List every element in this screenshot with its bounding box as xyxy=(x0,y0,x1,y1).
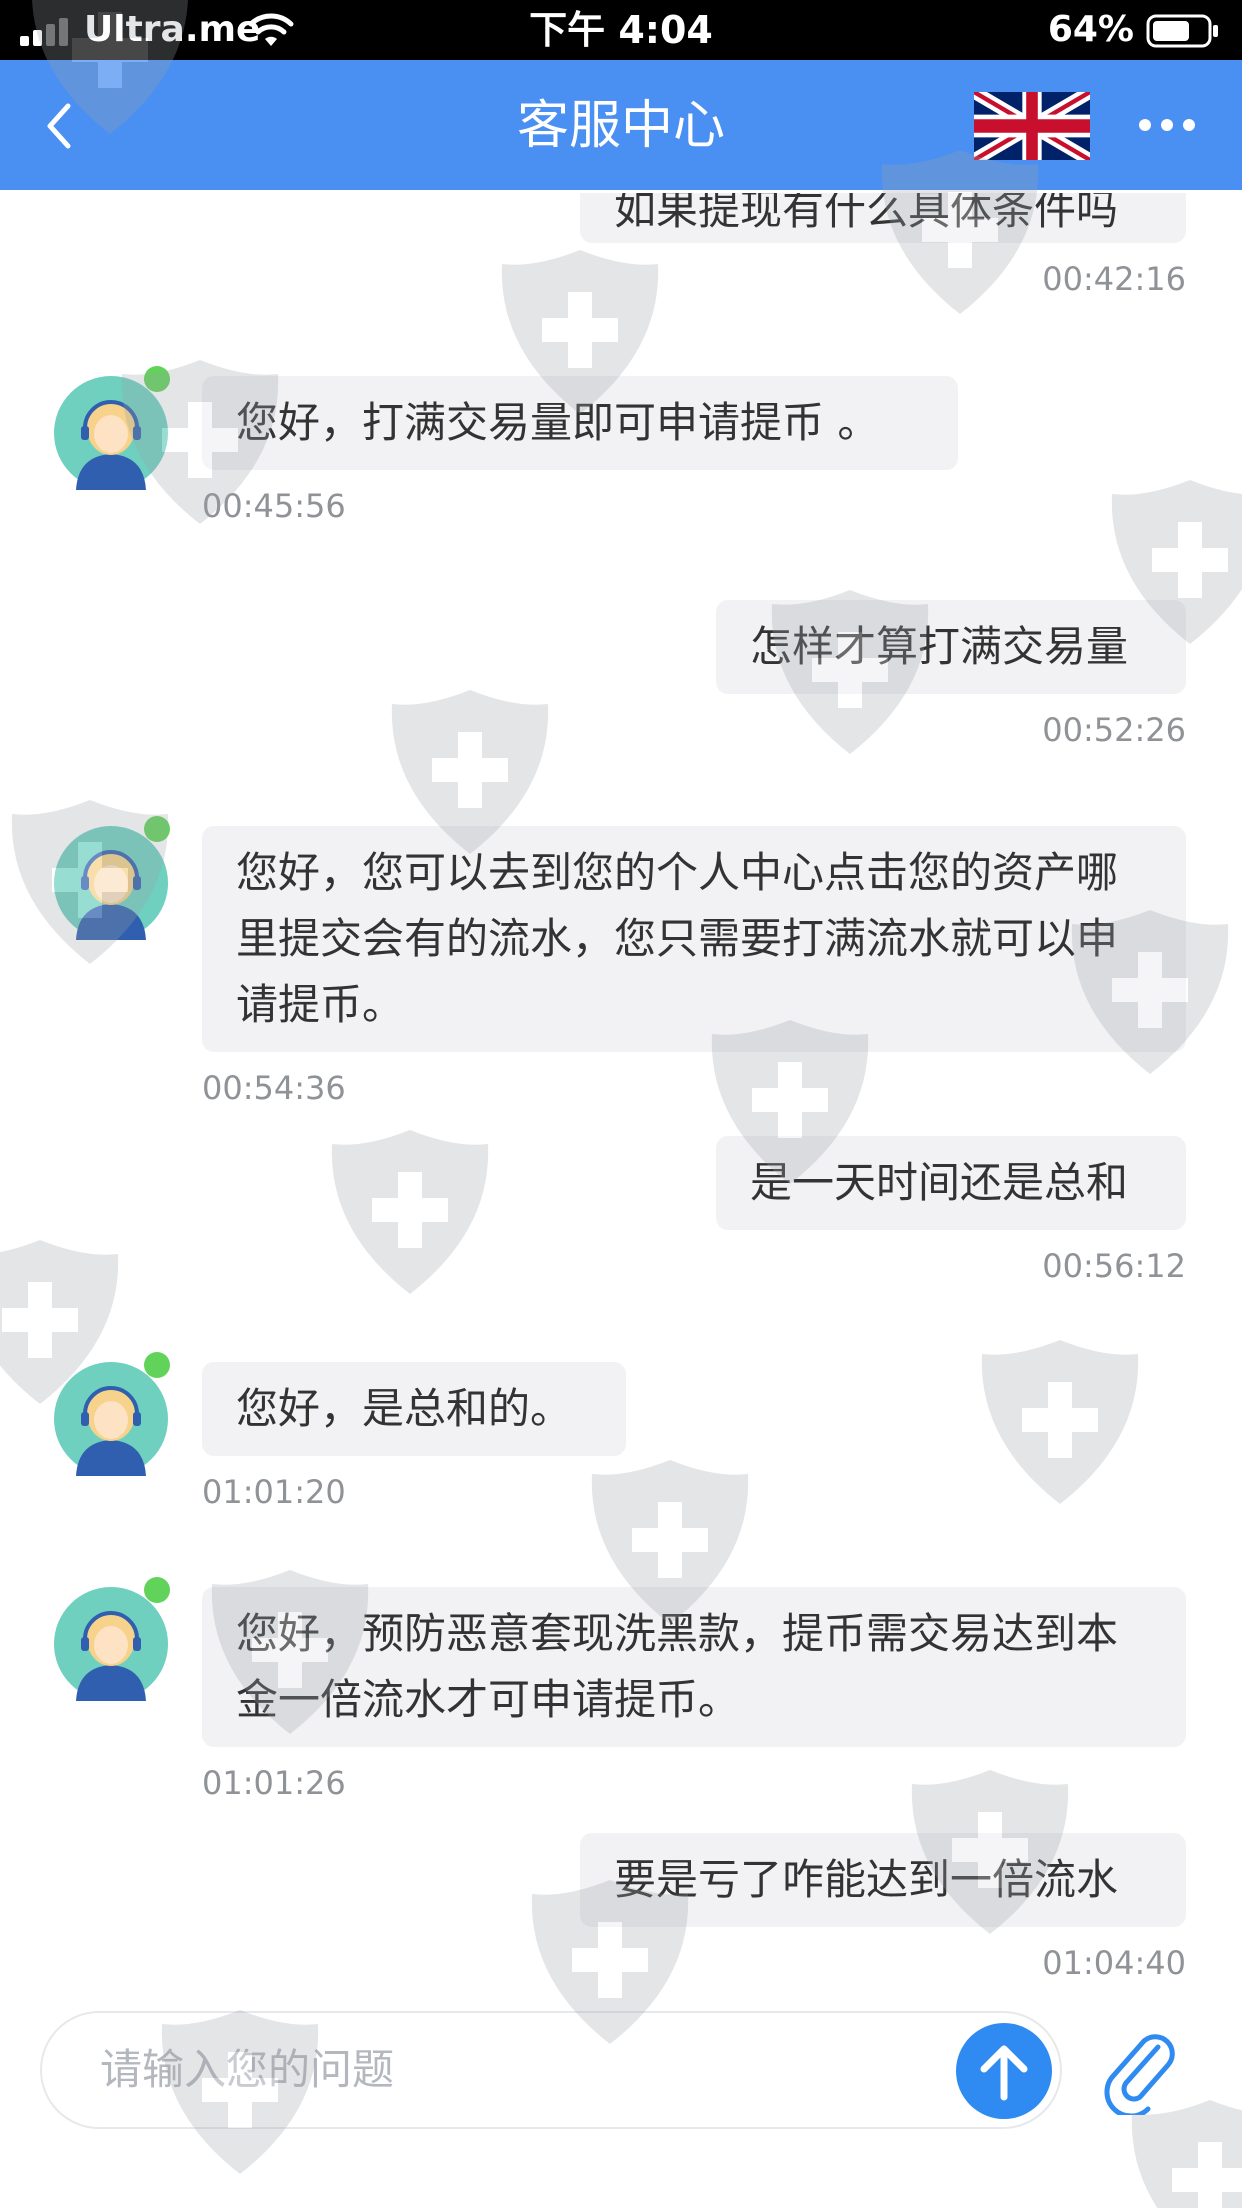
online-status-dot xyxy=(144,366,170,392)
message-bubble: 您好，打满交易量即可申请提币 。 xyxy=(202,376,958,470)
message-input[interactable]: 请输入您的问题 xyxy=(40,2011,1062,2129)
message-time: 01:04:40 xyxy=(1042,1944,1186,1982)
message-time: 00:56:12 xyxy=(1042,1247,1186,1285)
message-row-incoming: 您好，您可以去到您的个人中心点击您的资产哪里提交会有的流水，您只需要打满流水就可… xyxy=(202,826,1186,1108)
agent-avatar-icon xyxy=(54,1587,168,1701)
message-input-bar: 请输入您的问题 xyxy=(0,1993,1242,2208)
online-status-dot xyxy=(144,1577,170,1603)
message-row-outgoing: 怎样才算打满交易量 00:52:26 xyxy=(716,600,1186,750)
message-bubble: 您好，预防恶意套现洗黑款，提币需交易达到本金一倍流水才可申请提币。 xyxy=(202,1587,1186,1747)
message-row-outgoing: 如果提现有什么具体条件吗 00:42:16 xyxy=(580,193,1186,299)
back-chevron-icon[interactable] xyxy=(40,96,80,156)
message-row-outgoing: 是一天时间还是总和 00:56:12 xyxy=(716,1136,1186,1286)
online-status-dot xyxy=(144,1352,170,1378)
agent-avatar xyxy=(54,1352,170,1476)
message-row-incoming: 您好，是总和的。 01:01:20 xyxy=(202,1362,626,1512)
message-row-incoming: 您好，打满交易量即可申请提币 。 00:45:56 xyxy=(202,376,958,526)
message-time: 00:54:36 xyxy=(202,1069,346,1107)
agent-avatar xyxy=(54,1577,170,1701)
agent-avatar-icon xyxy=(54,1362,168,1476)
nav-bar: 客服中心 xyxy=(0,60,1242,193)
message-row-outgoing: 要是亏了咋能达到一倍流水 01:04:40 xyxy=(580,1833,1186,1983)
chat-message-list[interactable]: 如果提现有什么具体条件吗 00:42:16 您好，打满交易量即可申请提币 。 0… xyxy=(0,193,1242,1993)
message-bubble: 如果提现有什么具体条件吗 xyxy=(580,193,1186,243)
battery-icon xyxy=(1146,14,1218,48)
status-bar: Ultra.me 下午 4:04 64% xyxy=(0,0,1242,60)
battery-percent: 64% xyxy=(1047,9,1134,50)
message-bubble: 是一天时间还是总和 xyxy=(716,1136,1186,1230)
paperclip-icon[interactable] xyxy=(1100,2025,1180,2115)
message-time: 00:45:56 xyxy=(202,487,346,525)
agent-avatar-icon xyxy=(54,826,168,940)
message-bubble: 怎样才算打满交易量 xyxy=(716,600,1186,694)
arrow-up-icon xyxy=(980,2045,1028,2101)
online-status-dot xyxy=(144,816,170,842)
send-button[interactable] xyxy=(956,2023,1052,2119)
uk-flag-icon[interactable] xyxy=(974,92,1090,160)
message-time: 01:01:20 xyxy=(202,1473,346,1511)
message-time: 00:52:26 xyxy=(1042,711,1186,749)
agent-avatar xyxy=(54,816,170,940)
more-dots-icon[interactable] xyxy=(1136,110,1198,140)
message-bubble: 您好，是总和的。 xyxy=(202,1362,626,1456)
agent-avatar-icon xyxy=(54,376,168,490)
agent-avatar xyxy=(54,366,170,490)
message-time: 01:01:26 xyxy=(202,1764,346,1802)
message-bubble: 您好，您可以去到您的个人中心点击您的资产哪里提交会有的流水，您只需要打满流水就可… xyxy=(202,826,1186,1052)
message-row-incoming: 您好，预防恶意套现洗黑款，提币需交易达到本金一倍流水才可申请提币。 01:01:… xyxy=(202,1587,1186,1803)
message-bubble: 要是亏了咋能达到一倍流水 xyxy=(580,1833,1186,1927)
message-time: 00:42:16 xyxy=(1042,260,1186,298)
